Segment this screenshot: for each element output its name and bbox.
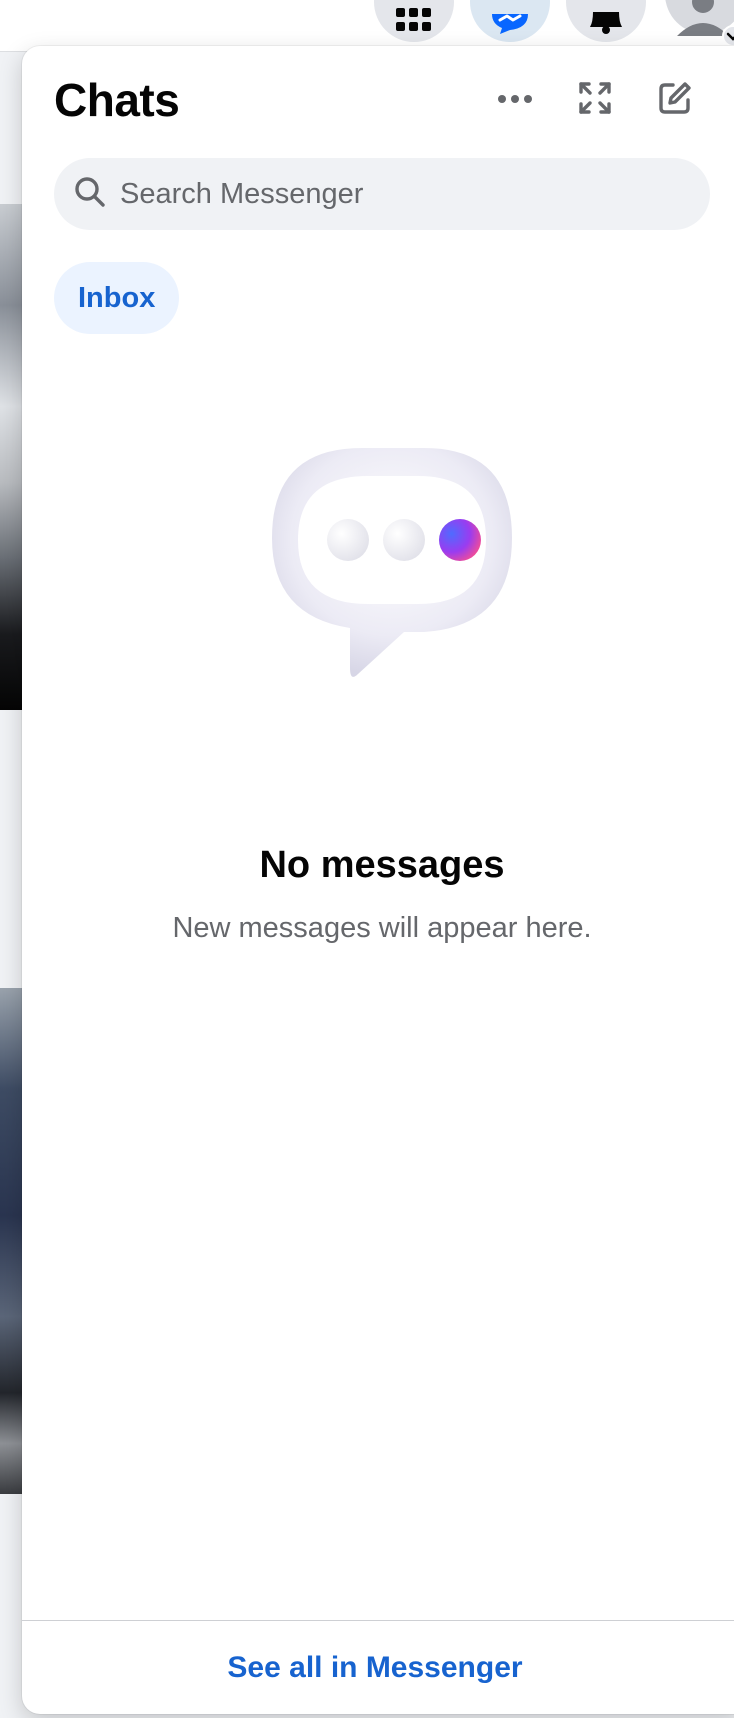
header-actions	[490, 72, 700, 128]
more-options-button[interactable]	[490, 75, 540, 125]
panel-header: Chats	[54, 72, 734, 128]
search-bar	[54, 158, 710, 230]
see-all-in-messenger-link[interactable]: See all in Messenger	[227, 1651, 522, 1685]
notifications-bell-icon	[589, 12, 623, 34]
chats-panel: Chats Search Messenger Inbox No messages…	[22, 46, 734, 1714]
search-icon	[74, 176, 106, 213]
new-message-button[interactable]	[650, 75, 700, 125]
messenger-icon	[490, 14, 530, 34]
expand-button[interactable]	[570, 75, 620, 125]
messenger-button[interactable]	[470, 0, 550, 42]
new-message-icon	[658, 81, 692, 120]
panel-title: Chats	[54, 74, 180, 126]
expand-icon	[578, 81, 612, 120]
notifications-button[interactable]	[566, 0, 646, 42]
account-button[interactable]	[662, 0, 734, 48]
empty-state-subtitle: New messages will appear here.	[172, 912, 592, 944]
empty-chat-illustration	[246, 446, 526, 746]
empty-state-title: No messages	[259, 844, 505, 886]
top-navigation-bar	[0, 0, 734, 52]
menu-grid-icon	[395, 8, 433, 34]
more-options-icon	[497, 91, 533, 109]
panel-footer: See all in Messenger	[22, 1620, 734, 1714]
background-photo-bottom	[0, 988, 22, 1494]
menu-button[interactable]	[374, 0, 454, 42]
chat-bubble-icon	[246, 448, 526, 750]
search-input[interactable]	[120, 177, 680, 211]
inbox-filter-chip[interactable]: Inbox	[54, 262, 180, 334]
background-photo-top	[0, 204, 22, 710]
account-avatar-icon	[665, 0, 734, 46]
